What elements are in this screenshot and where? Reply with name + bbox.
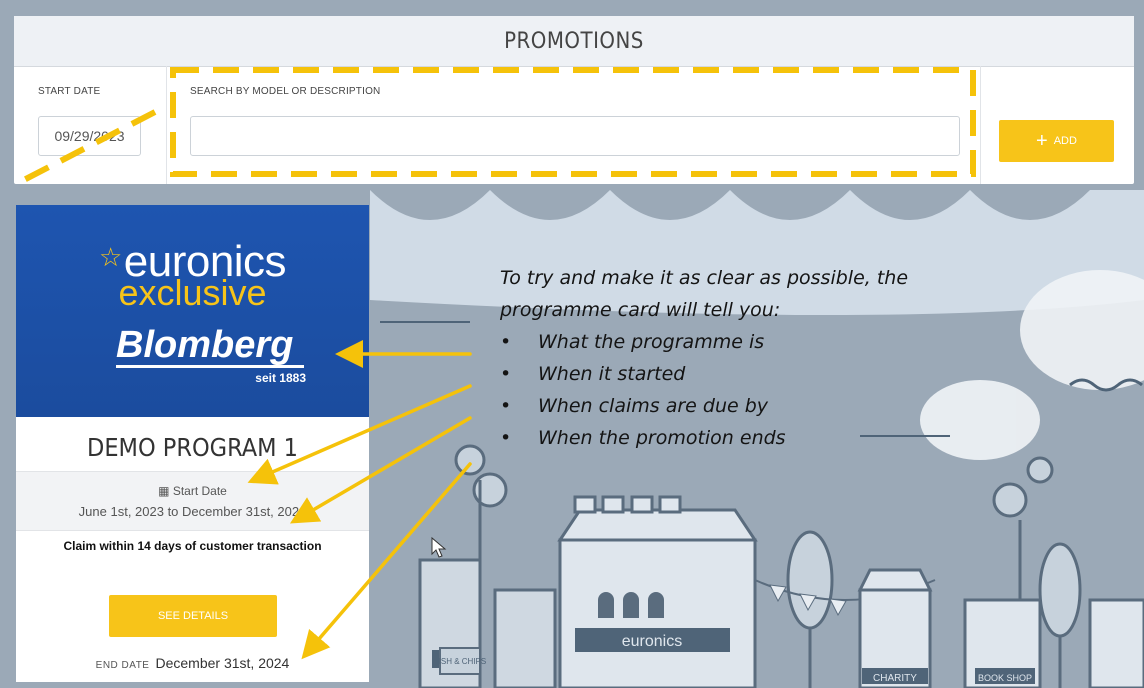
see-details-button[interactable]: SEE DETAILS xyxy=(109,595,277,637)
program-title: DEMO PROGRAM 1 xyxy=(87,433,298,462)
program-banner: ☆euronics exclusive Blomberg seit 1883 xyxy=(16,205,369,417)
search-input[interactable] xyxy=(190,116,960,156)
claim-deadline: Claim within 14 days of customer transac… xyxy=(63,539,322,553)
search-label: SEARCH BY MODEL OR DESCRIPTION xyxy=(190,86,381,97)
annotation-note: To try and make it as clear as possible,… xyxy=(500,262,1100,454)
annotation-intro: programme card will tell you: xyxy=(500,299,781,321)
promotions-panel: PROMOTIONS START DATE 09/29/2023 SEARCH … xyxy=(14,16,1134,184)
calendar-icon: ▦ xyxy=(158,484,170,498)
program-card[interactable]: ☆euronics exclusive Blomberg seit 1883 D… xyxy=(16,205,369,682)
star-icon: ☆ xyxy=(98,242,122,272)
svg-text:FISH & CHIPS: FISH & CHIPS xyxy=(434,657,486,666)
annotation-bullet: When the promotion ends xyxy=(500,422,1100,454)
brand-underline xyxy=(116,365,304,368)
brand-name: Blomberg xyxy=(116,324,294,366)
brand-subtitle: exclusive xyxy=(118,272,267,313)
end-date-value: December 31st, 2024 xyxy=(155,655,290,671)
svg-text:CHARITY: CHARITY xyxy=(873,673,917,684)
add-button-label: ADD xyxy=(1053,135,1077,147)
annotation-intro: To try and make it as clear as possible,… xyxy=(500,267,909,289)
date-range: June 1st, 2023 to December 31st, 2024 xyxy=(78,504,307,519)
annotation-bullet: What the programme is xyxy=(500,326,1100,358)
start-date-box: ▦ Start Date June 1st, 2023 to December … xyxy=(16,471,369,531)
annotation-bullet: When it started xyxy=(500,358,1100,390)
annotation-bullet: When claims are due by xyxy=(500,390,1100,422)
svg-text:BOOK SHOP: BOOK SHOP xyxy=(978,673,1032,683)
start-date-input[interactable]: 09/29/2023 xyxy=(38,116,141,156)
start-date-label: START DATE xyxy=(38,86,101,97)
end-date-label: END DATE xyxy=(95,660,150,671)
add-button[interactable]: + ADD xyxy=(999,120,1114,162)
end-date: END DATE December 31st, 2024 xyxy=(16,655,369,671)
page-title: PROMOTIONS xyxy=(14,16,1134,67)
svg-text:euronics: euronics xyxy=(622,633,682,650)
divider xyxy=(980,66,981,184)
divider xyxy=(166,66,167,184)
brand-tagline: seit 1883 xyxy=(255,371,306,385)
plus-icon: + xyxy=(1036,130,1048,152)
start-date-heading: ▦ Start Date xyxy=(158,484,227,498)
